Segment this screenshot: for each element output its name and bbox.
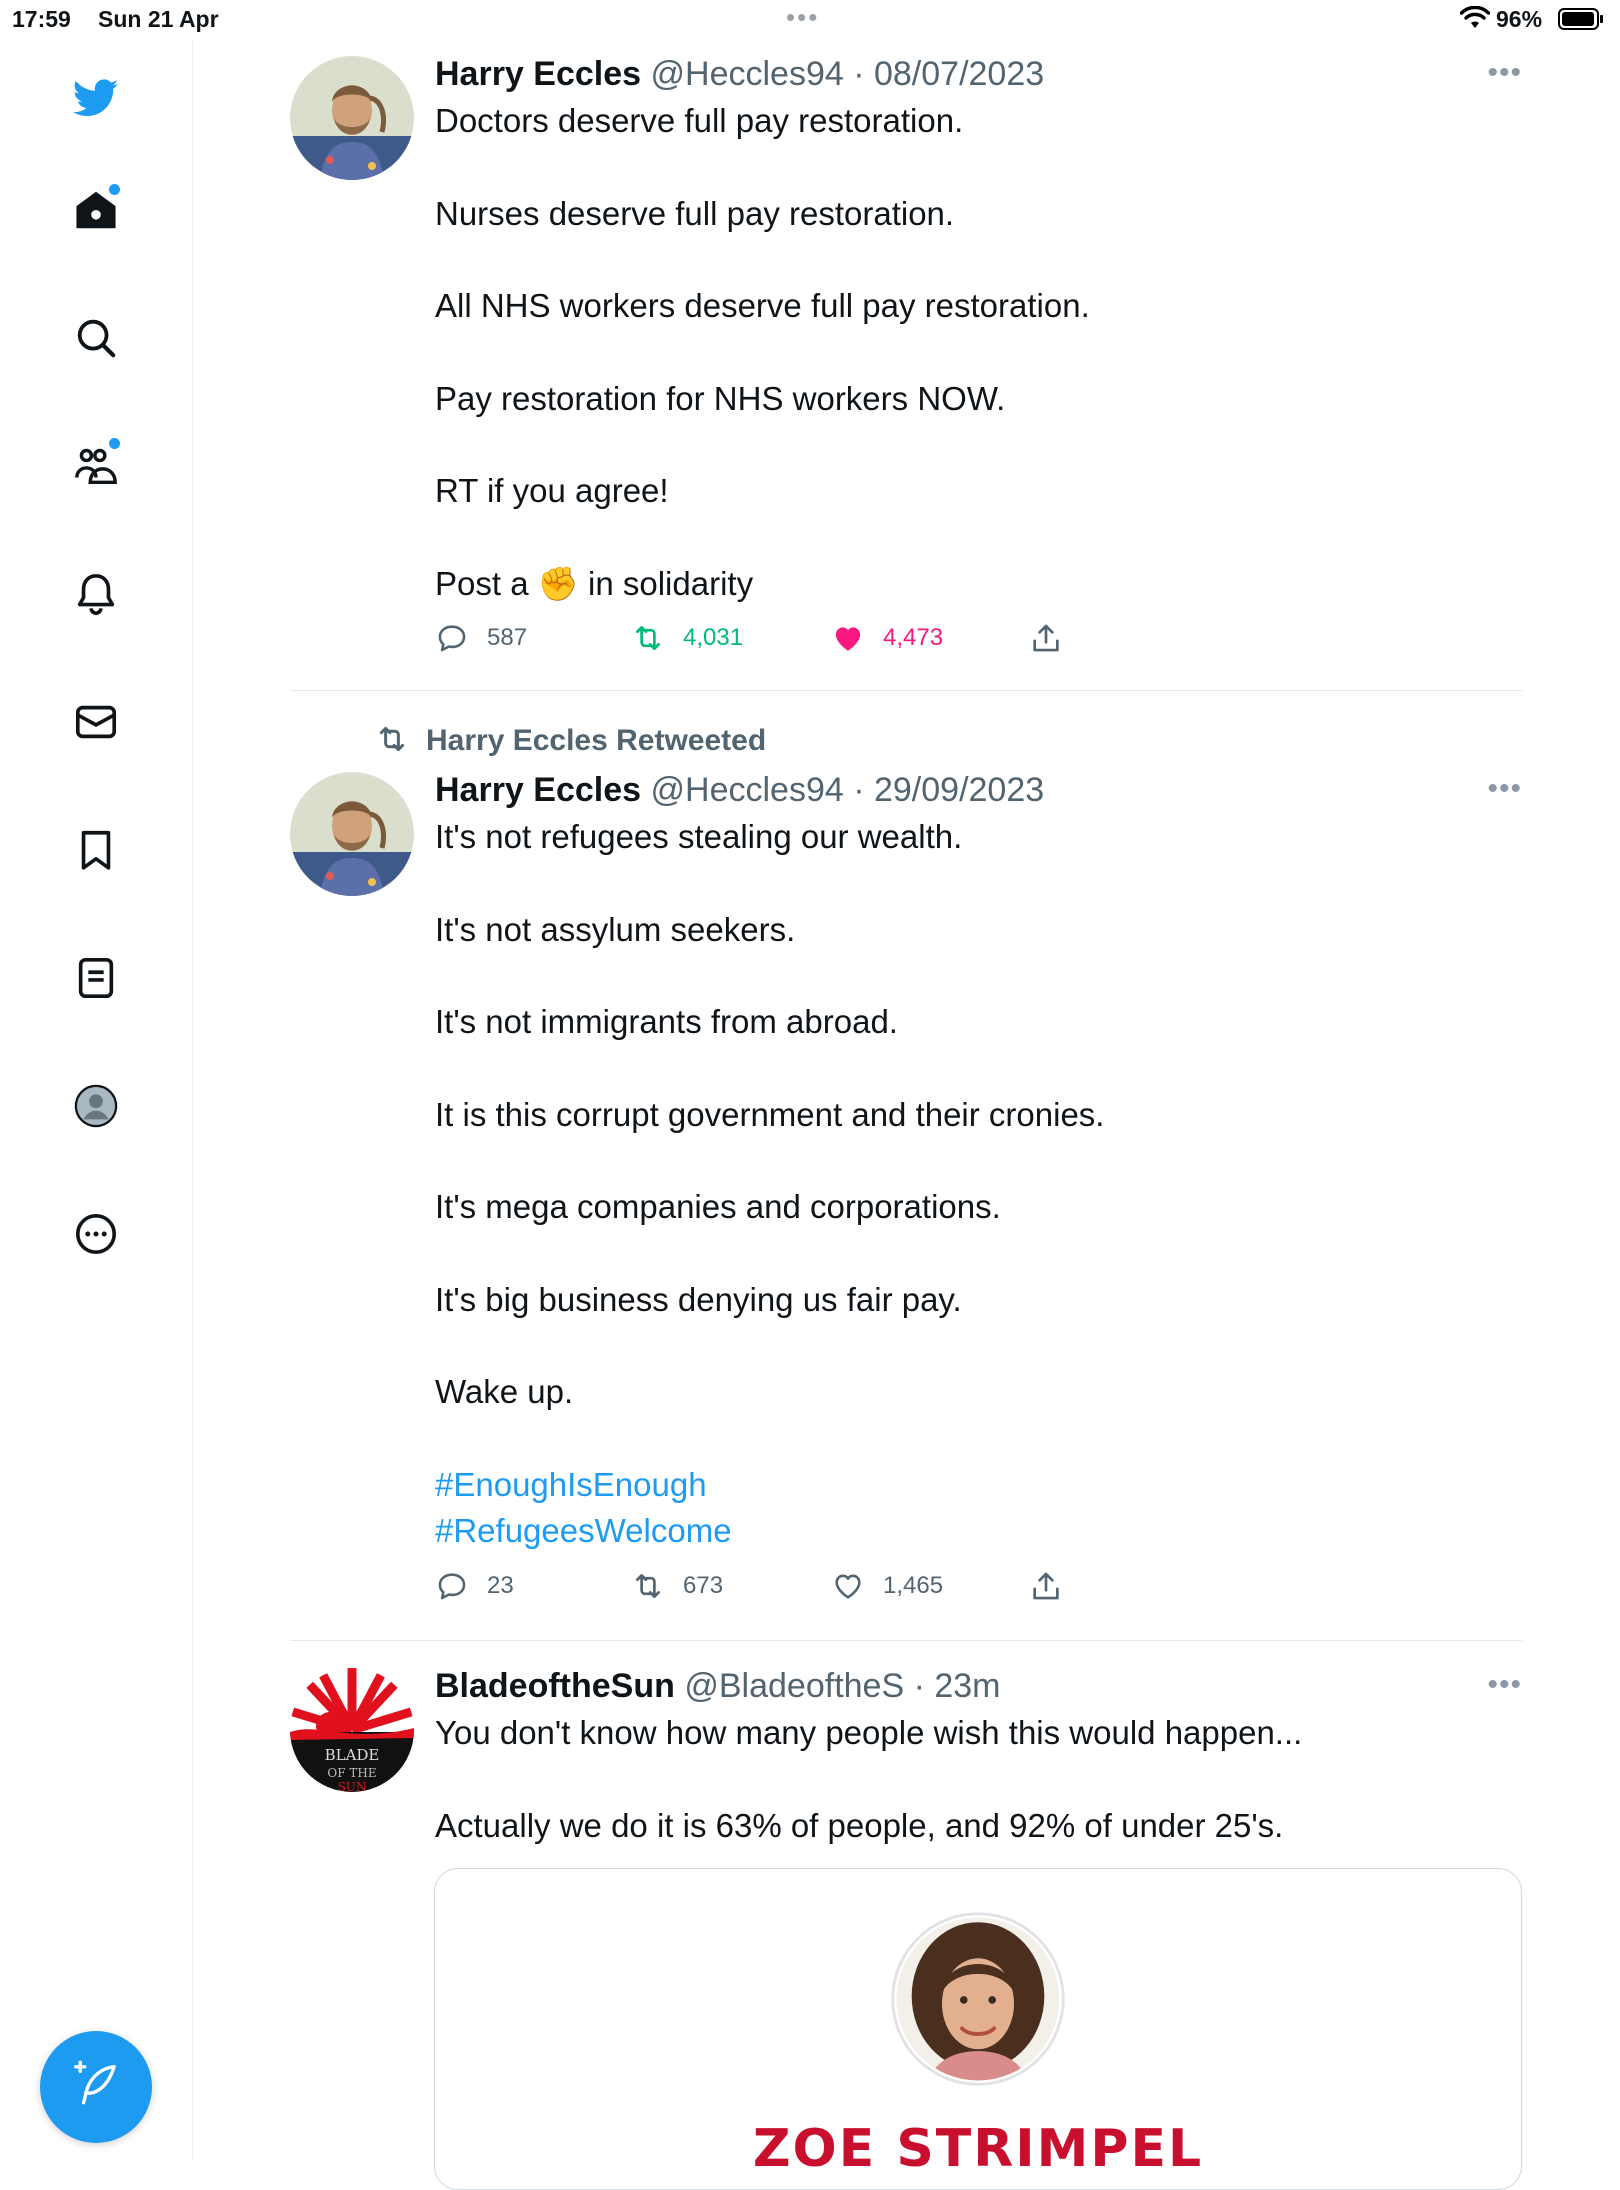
avatar[interactable] bbox=[290, 56, 414, 180]
reply-count: 587 bbox=[487, 624, 528, 651]
tweet-actions: 23 673 1,465 bbox=[435, 1569, 1522, 1613]
tweet-text: You don't know how many people wish this… bbox=[435, 1710, 1522, 1849]
status-date: Sun 21 Apr bbox=[98, 6, 219, 32]
compose-feather-icon bbox=[74, 2060, 116, 2105]
like-button[interactable]: 1,465 bbox=[831, 1569, 943, 1603]
tweet-text: Doctors deserve full pay restoration. Nur… bbox=[435, 98, 1522, 607]
tweet-line: You don't know how many people wish this… bbox=[435, 1714, 1303, 1751]
status-bar: 17:59 Sun 21 Apr ••• 96% bbox=[0, 0, 1620, 40]
tweet-date[interactable]: 23m bbox=[934, 1667, 1000, 1705]
reply-icon bbox=[438, 1572, 466, 1599]
retweeted-by-label: Harry Eccles Retweeted bbox=[372, 722, 766, 758]
author-handle[interactable]: @Heccles94 bbox=[651, 55, 844, 93]
tweet-line: Actually we do it is 63% of people, and … bbox=[435, 1806, 1284, 1844]
heart-outline-icon bbox=[835, 1574, 861, 1599]
reply-icon bbox=[438, 625, 466, 652]
tweet-line: It's not immigrants from abroad. bbox=[435, 1003, 898, 1040]
tweet[interactable]: Harry Eccles @Heccles94 · 29/09/2023 •••… bbox=[290, 770, 1522, 1620]
home-icon[interactable] bbox=[64, 178, 128, 242]
tweet-line: It is this corrupt government and their … bbox=[435, 1095, 1105, 1133]
tweet-line: It's not assylum seekers. bbox=[435, 910, 796, 948]
communities-icon[interactable] bbox=[64, 434, 128, 498]
author-handle[interactable]: @BladeoftheS bbox=[684, 1667, 904, 1705]
tweet-text: It's not refugees stealing our wealth. It… bbox=[435, 814, 1522, 1416]
avatar-text: OF THE bbox=[327, 1766, 376, 1780]
author-name[interactable]: Harry Eccles bbox=[435, 55, 641, 93]
lists-icon[interactable] bbox=[64, 946, 128, 1010]
author-name[interactable]: BladeoftheSun bbox=[435, 1667, 675, 1705]
tweet-line: RT if you agree! bbox=[435, 472, 669, 509]
tweet-header: BladeoftheSun @BladeoftheS · 23m bbox=[435, 1667, 1001, 1705]
hashtag-link[interactable]: #EnoughIsEnough bbox=[435, 1462, 1522, 1509]
retweet-button[interactable]: 673 bbox=[631, 1569, 723, 1603]
heart-filled-icon bbox=[835, 627, 861, 651]
battery-icon bbox=[1558, 8, 1603, 30]
author-name[interactable]: Harry Eccles bbox=[435, 771, 641, 809]
status-time: 17:59 bbox=[12, 6, 71, 32]
reply-count: 23 bbox=[487, 1571, 514, 1599]
divider bbox=[290, 1640, 1522, 1641]
like-count: 4,473 bbox=[883, 624, 944, 651]
messages-envelope-icon[interactable] bbox=[64, 690, 128, 754]
tweet-line: Doctors deserve full pay restoration. bbox=[435, 102, 964, 139]
raised-fist-emoji: ✊ bbox=[537, 564, 579, 602]
sidebar bbox=[0, 40, 193, 2160]
tweet-line: It's not refugees stealing our wealth. bbox=[435, 818, 963, 855]
reply-button[interactable]: 23 bbox=[435, 1569, 514, 1603]
avatar[interactable] bbox=[290, 772, 414, 896]
multitasking-dots-icon[interactable]: ••• bbox=[786, 2, 819, 33]
tweet-line: Pay restoration for NHS workers NOW. bbox=[435, 379, 1006, 417]
avatar-text: BLADE bbox=[325, 1746, 380, 1764]
communities-badge-dot bbox=[109, 438, 120, 449]
share-icon bbox=[1033, 624, 1059, 652]
notifications-bell-icon[interactable] bbox=[64, 562, 128, 626]
tweet-line: It's big business denying us fair pay. bbox=[435, 1280, 962, 1318]
author-photo bbox=[891, 1912, 1065, 2086]
battery-percent: 96% bbox=[1496, 6, 1543, 32]
tweet-line: It's mega companies and corporations. bbox=[435, 1188, 1001, 1225]
author-handle[interactable]: @Heccles94 bbox=[651, 771, 844, 809]
divider bbox=[290, 690, 1522, 691]
more-options-icon[interactable]: ••• bbox=[1487, 1668, 1522, 1702]
compose-tweet-button[interactable] bbox=[40, 2031, 152, 2143]
avatar-text: SUN bbox=[338, 1780, 367, 1792]
reply-button[interactable]: 587 bbox=[435, 621, 527, 655]
retweet-button[interactable]: 4,031 bbox=[631, 621, 743, 655]
avatar[interactable]: BLADE OF THE SUN bbox=[290, 1668, 414, 1792]
retweet-count: 4,031 bbox=[683, 624, 744, 651]
tweet-line: Nurses deserve full pay restoration. bbox=[435, 194, 955, 232]
tweet-line: All NHS workers deserve full pay restora… bbox=[435, 287, 1090, 324]
profile-avatar-icon[interactable] bbox=[64, 1074, 128, 1138]
retweet-icon bbox=[636, 1573, 660, 1598]
tweet[interactable]: Harry Eccles @Heccles94 · 08/07/2023 •••… bbox=[290, 54, 1522, 654]
more-options-icon[interactable]: ••• bbox=[1487, 56, 1522, 90]
retweet-icon bbox=[636, 626, 660, 650]
quoted-media-card[interactable]: ZOE STRIMPEL bbox=[434, 1868, 1522, 2190]
share-icon bbox=[1033, 1572, 1059, 1599]
home-badge-dot bbox=[109, 184, 120, 195]
search-icon[interactable] bbox=[64, 306, 128, 370]
tweet-header: Harry Eccles @Heccles94 · 08/07/2023 bbox=[435, 55, 1045, 93]
hashtag-link[interactable]: #RefugeesWelcome bbox=[435, 1508, 1522, 1555]
tweet-date[interactable]: 29/09/2023 bbox=[874, 771, 1044, 809]
wifi-icon bbox=[1460, 6, 1490, 28]
tweet-line: Post a ✊ in solidarity bbox=[435, 564, 754, 602]
tweet-header: Harry Eccles @Heccles94 · 29/09/2023 bbox=[435, 771, 1045, 809]
like-button[interactable]: 4,473 bbox=[831, 621, 943, 655]
like-count: 1,465 bbox=[883, 1571, 944, 1599]
retweet-count: 673 bbox=[683, 1571, 724, 1599]
more-options-icon[interactable]: ••• bbox=[1487, 772, 1522, 806]
card-title: ZOE STRIMPEL bbox=[752, 2119, 1204, 2179]
twitter-bird-icon[interactable] bbox=[64, 66, 128, 130]
retweet-icon bbox=[379, 726, 405, 752]
share-button[interactable] bbox=[1029, 621, 1063, 655]
more-circle-icon[interactable] bbox=[64, 1202, 128, 1266]
tweet-date[interactable]: 08/07/2023 bbox=[874, 55, 1044, 93]
bookmarks-icon[interactable] bbox=[64, 818, 128, 882]
share-button[interactable] bbox=[1029, 1569, 1063, 1603]
tweet-line: Wake up. bbox=[435, 1373, 574, 1410]
tweet-actions: 587 4,031 4,473 bbox=[435, 621, 1522, 665]
